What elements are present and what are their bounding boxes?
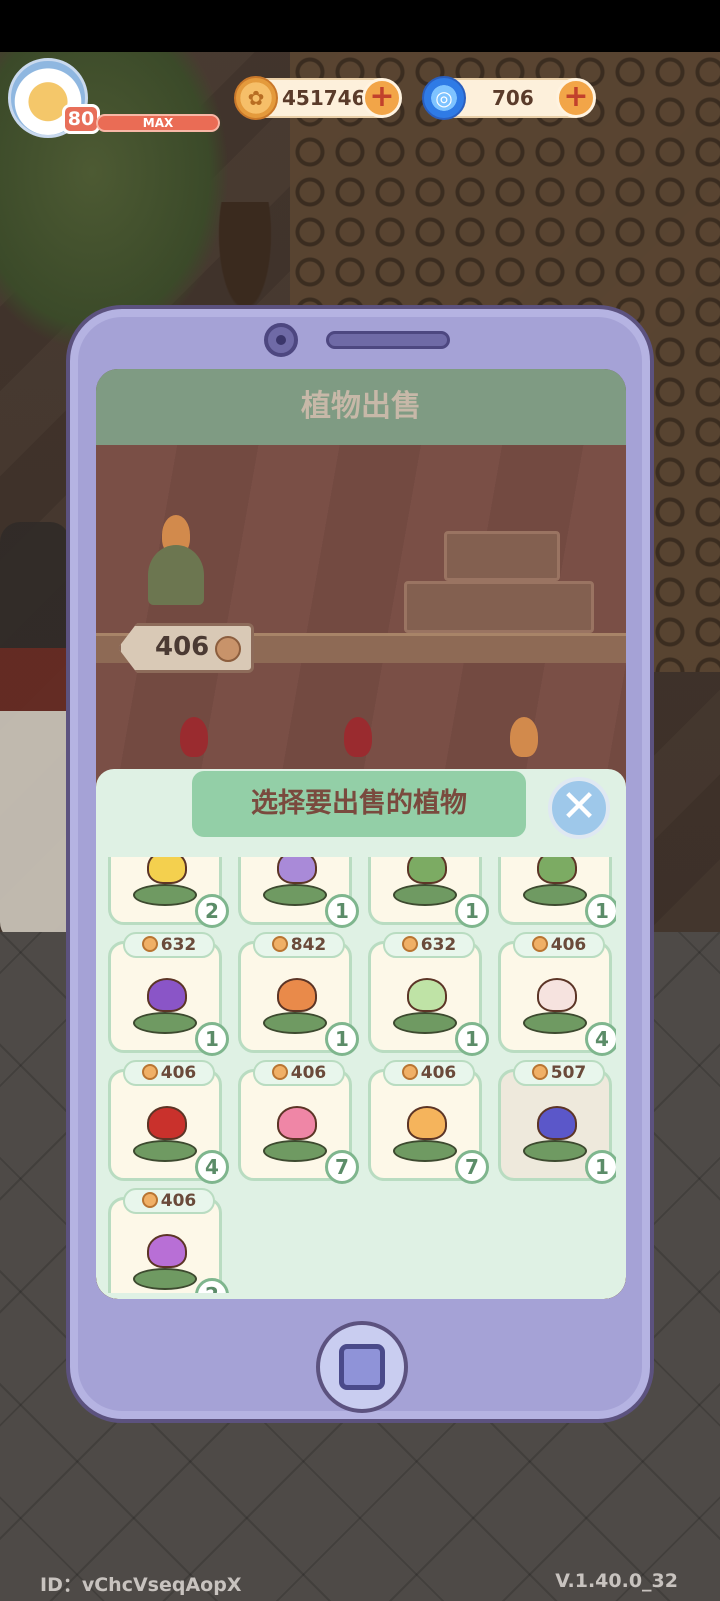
phone-frame: 植物出售 406 选择要出售的植物 ✕ 2 1 1 1 632 1 842 1 6 xyxy=(66,305,654,1423)
plant-price: 406 xyxy=(253,1060,345,1086)
close-button[interactable]: ✕ xyxy=(548,777,610,839)
plant-count-badge: 7 xyxy=(325,1150,359,1184)
plant-icon xyxy=(393,1106,463,1162)
version-label: V.1.40.0_32 xyxy=(555,1570,678,1592)
home-square-icon xyxy=(339,1344,385,1390)
plant-card[interactable]: 632 1 xyxy=(108,932,229,1056)
plant-card[interactable]: 1 xyxy=(238,857,359,928)
shelf-price-tag: 406 xyxy=(118,623,254,673)
coin-icon xyxy=(271,936,288,952)
plant-card[interactable]: 1 xyxy=(368,857,489,928)
plant-card[interactable]: 842 1 xyxy=(238,932,359,1056)
plant-count-badge: 1 xyxy=(455,894,489,928)
plant-card[interactable]: 406 7 xyxy=(368,1060,489,1184)
plant-price: 406 xyxy=(123,1060,215,1086)
coin-counter: 451746 + xyxy=(234,76,402,120)
swirl-gem-icon xyxy=(422,76,466,120)
home-button[interactable] xyxy=(316,1321,408,1413)
plant-price-value: 406 xyxy=(290,1063,327,1083)
plant-price: 632 xyxy=(383,932,475,958)
speaker-slot xyxy=(326,331,450,349)
plant-price-value: 632 xyxy=(160,935,197,955)
plant-grid-scroll[interactable]: 2 1 1 1 632 1 842 1 632 1 406 4 406 4 406 7 406 7 507 1 4062 xyxy=(108,857,616,1293)
plant-icon xyxy=(523,857,593,906)
coin-icon xyxy=(531,1064,548,1080)
plant-price: 406 xyxy=(513,932,605,958)
shelf-price: 406 xyxy=(155,632,210,662)
plant-icon xyxy=(133,1234,203,1290)
plant-icon xyxy=(133,978,203,1034)
plant-grid: 2 1 1 1 632 1 842 1 632 1 406 4 406 4 406 7 406 7 507 1 4062 xyxy=(108,857,616,1293)
screen-title: 植物出售 xyxy=(96,369,626,445)
coin-icon xyxy=(401,1064,418,1080)
plant-count-badge: 1 xyxy=(325,894,359,928)
plant-icon xyxy=(523,978,593,1034)
background-pots xyxy=(0,522,70,942)
plant-count-badge: 1 xyxy=(195,1022,229,1056)
plant-count-badge: 7 xyxy=(455,1150,489,1184)
plant-count-badge: 1 xyxy=(455,1022,489,1056)
plant-count-badge: 2 xyxy=(195,894,229,928)
plant-price-value: 632 xyxy=(420,935,457,955)
plant-card[interactable]: 632 1 xyxy=(368,932,489,1056)
panel-title: 选择要出售的植物 xyxy=(192,771,526,837)
plant-icon xyxy=(523,1106,593,1162)
phone-screen: 植物出售 406 选择要出售的植物 ✕ 2 1 1 1 632 1 842 1 6 xyxy=(96,369,626,1299)
plant-count-badge: 1 xyxy=(325,1022,359,1056)
plant-price: 406 xyxy=(383,1060,475,1086)
coin-icon xyxy=(215,636,241,662)
plant-price-value: 406 xyxy=(160,1063,197,1083)
plant-card[interactable]: 2 xyxy=(108,857,229,928)
add-coins-button[interactable]: + xyxy=(362,78,402,118)
coin-icon xyxy=(141,1192,158,1208)
plant-card[interactable]: 406 7 xyxy=(238,1060,359,1184)
xp-label: MAX xyxy=(142,116,174,130)
plant-card[interactable]: 507 1 xyxy=(498,1060,616,1184)
coin-icon xyxy=(401,936,418,952)
plant-card[interactable]: 406 4 xyxy=(498,932,616,1056)
plant-count-badge: 4 xyxy=(195,1150,229,1184)
plant-card[interactable]: 1 xyxy=(498,857,616,928)
plant-price-value: 507 xyxy=(550,1063,587,1083)
coin-icon xyxy=(531,936,548,952)
coin-icon xyxy=(141,1064,158,1080)
plant-price: 842 xyxy=(253,932,345,958)
plant-price-value: 842 xyxy=(290,935,327,955)
plant-select-panel: 选择要出售的植物 ✕ 2 1 1 1 632 1 842 1 632 1 406 4 406 4 406 7 4… xyxy=(96,769,626,1299)
coin-icon xyxy=(234,76,278,120)
gem-counter: 706 + xyxy=(422,76,596,120)
plant-price: 406 xyxy=(123,1188,215,1214)
plant-icon xyxy=(263,1106,333,1162)
plant-icon xyxy=(263,857,333,906)
coin-icon xyxy=(141,936,158,952)
coin-icon xyxy=(271,1064,288,1080)
plant-price-value: 406 xyxy=(160,1191,197,1211)
coin-amount: 451746 xyxy=(282,86,366,110)
add-gems-button[interactable]: + xyxy=(556,78,596,118)
plant-icon xyxy=(263,978,333,1034)
plant-count-badge: 4 xyxy=(585,1022,616,1056)
gem-amount: 706 xyxy=(492,86,534,110)
plant-price-value: 406 xyxy=(550,935,587,955)
plant-icon xyxy=(133,1106,203,1162)
plant-icon xyxy=(393,857,463,906)
status-bar xyxy=(0,0,720,52)
shelf-tulip xyxy=(140,515,210,615)
plant-price: 632 xyxy=(123,932,215,958)
plant-count-badge: 1 xyxy=(585,1150,616,1184)
plant-icon xyxy=(133,857,203,906)
level-badge: 80 xyxy=(62,104,100,134)
xp-bar: MAX xyxy=(96,114,220,132)
plant-card[interactable]: 4062 xyxy=(108,1188,229,1293)
plant-icon xyxy=(393,978,463,1034)
plant-card[interactable]: 406 4 xyxy=(108,1060,229,1184)
plant-count-badge: 1 xyxy=(585,894,616,928)
plant-price-value: 406 xyxy=(420,1063,457,1083)
plant-price: 507 xyxy=(513,1060,605,1086)
camera-icon xyxy=(264,323,298,357)
storage-boxes xyxy=(404,531,594,641)
player-id: ID：vChcVseqAopX xyxy=(40,1574,242,1596)
